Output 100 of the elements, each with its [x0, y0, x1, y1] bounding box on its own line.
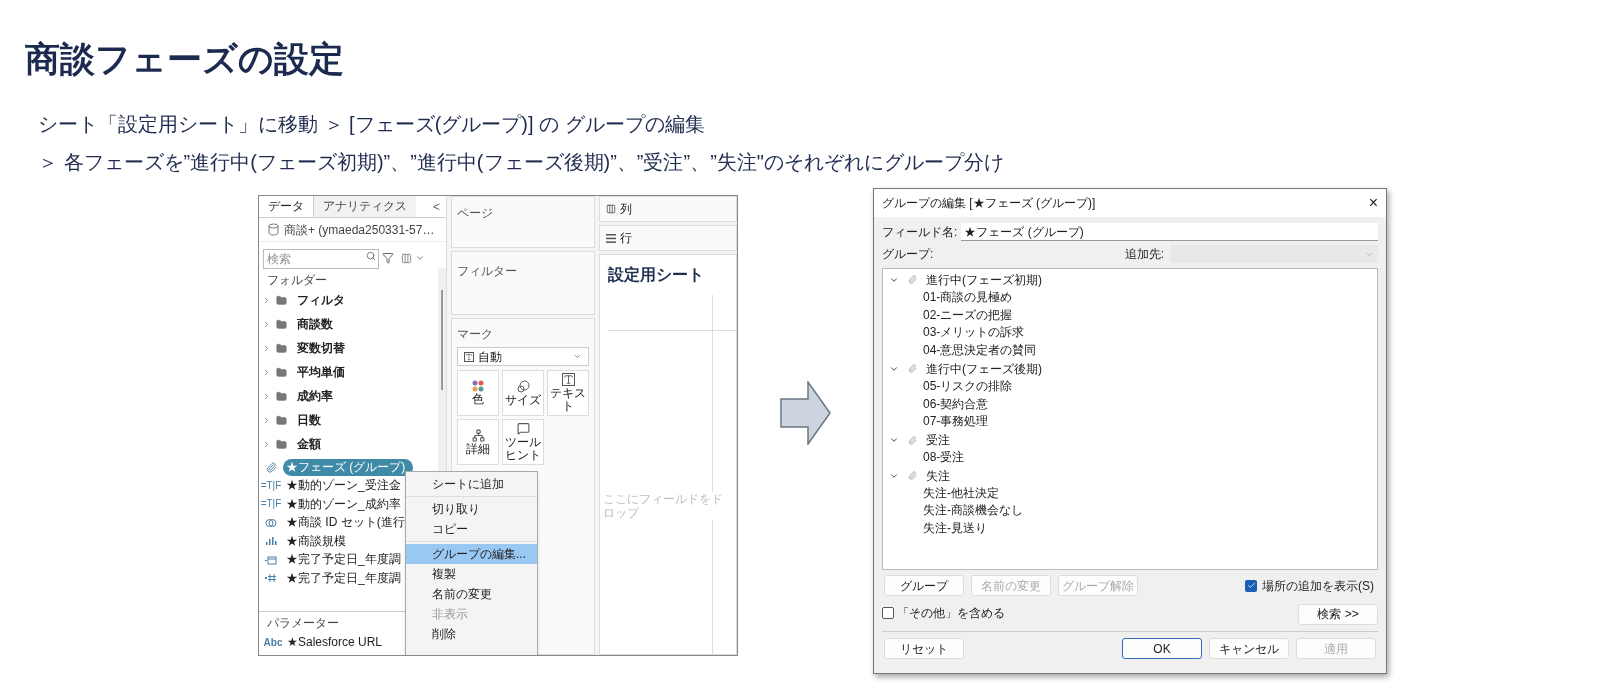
bar-chart-icon [265, 537, 277, 546]
mark-button[interactable]: テキスト [547, 370, 589, 416]
set-icon [265, 517, 277, 528]
calendar-icon [265, 554, 277, 565]
folder-row[interactable]: 平均単価 [259, 360, 438, 384]
color-dots-icon [472, 380, 484, 392]
mark-button[interactable]: 色 [457, 370, 499, 416]
paperclip-icon [265, 461, 277, 473]
field-name-input[interactable]: ★フェーズ (グループ) [961, 223, 1378, 241]
card-label: マーク [457, 326, 494, 343]
menu-item[interactable]: グループの編集... [406, 544, 537, 564]
speech-bubble-icon [516, 422, 530, 435]
chevron-right-icon [262, 439, 271, 449]
folder-row[interactable]: 変数切替 [259, 336, 438, 360]
folder-icon [276, 438, 287, 450]
field-label: 追加先: [1124, 246, 1164, 263]
sheet-title: 設定用シート [608, 265, 705, 285]
menu-item[interactable]: 削除 [406, 624, 537, 644]
mark-button[interactable]: 詳細 [457, 419, 499, 465]
instruction-text: シート「設定用シート」に移動 ＞ [フェーズ(グループ)] の グループの編集 [38, 112, 706, 136]
columns-icon[interactable] [401, 252, 412, 264]
menu-item[interactable]: 切り取り [406, 499, 537, 519]
menu-item[interactable]: シートに追加 [406, 474, 537, 494]
caret-icon[interactable] [415, 253, 425, 263]
checkbox[interactable] [1245, 579, 1257, 592]
chevron-right-icon [262, 415, 271, 425]
caret-icon [573, 352, 582, 361]
menu-item[interactable]: 名前の変更 [406, 584, 537, 604]
filter-icon[interactable] [382, 252, 394, 264]
tree-item[interactable]: 07-事務処理 [883, 413, 1377, 432]
circles-icon [516, 379, 530, 393]
field-type-icon: =T|F [260, 480, 282, 491]
checkbox[interactable] [882, 607, 894, 619]
folder-icon [276, 294, 287, 306]
tree-item[interactable]: 05-リスクの排除 [883, 377, 1377, 396]
collapse-button[interactable]: < [433, 196, 440, 217]
tree-item[interactable]: 02-ニーズの把握 [883, 306, 1377, 325]
paperclip-icon [908, 471, 917, 481]
chevron-right-icon [262, 391, 271, 401]
tree-item[interactable]: 04-意思決定者の賛同 [883, 342, 1377, 360]
text-icon [464, 351, 474, 362]
menu-item[interactable]: 複製 [406, 564, 537, 584]
folder-row[interactable]: 商談数 [259, 312, 438, 336]
data-source-name: 商談+ (ymaeda250331-57… [284, 221, 435, 239]
folder-icon [276, 366, 287, 378]
mark-type-dropdown[interactable]: 自動 [457, 347, 589, 366]
chevron-right-icon [262, 319, 271, 329]
folder-icon [276, 414, 287, 426]
close-button[interactable]: × [1368, 195, 1378, 211]
tree-item[interactable]: 失注-他社決定 [883, 484, 1377, 503]
paperclip-icon [908, 435, 917, 445]
search-button[interactable]: 検索 >> [1298, 603, 1378, 625]
rows-shelf[interactable]: 行 [599, 225, 737, 251]
instruction-text: ＞ 各フェーズを”進行中(フェーズ初期)”、”進行中(フェーズ後期)”、”受注”、”失注"のそれぞれにグループ分け [38, 150, 1005, 174]
dialog-button[interactable]: グループ [884, 575, 964, 596]
reset-button[interactable]: リセット [884, 638, 964, 659]
field-label: フィールド名: [882, 224, 958, 241]
tree-item[interactable]: 03-メリットの訴求 [883, 324, 1377, 343]
pane-tab[interactable]: アナリティクス [314, 196, 416, 217]
tree-group-row[interactable]: 失注 [883, 466, 1377, 485]
card-label: ページ [457, 206, 493, 220]
tree-item[interactable]: 失注-見送り [883, 520, 1377, 538]
database-icon [267, 223, 280, 236]
folder-icon [276, 390, 287, 402]
dialog-button[interactable]: キャンセル [1209, 638, 1289, 659]
tree-item[interactable]: 06-契約合意 [883, 395, 1377, 414]
columns-icon [606, 204, 616, 214]
right-arrow-icon [780, 381, 831, 445]
section-label: フォルダー [266, 272, 328, 288]
section-label: パラメーター [266, 615, 340, 632]
columns-shelf[interactable]: 列 [599, 196, 737, 222]
chevron-right-icon [262, 367, 271, 377]
tree-item[interactable]: 01-商談の見極め [883, 288, 1377, 307]
tree-group-row[interactable]: 進行中(フェーズ初期) [883, 271, 1377, 289]
folder-row[interactable]: 成約率 [259, 384, 438, 408]
folder-row[interactable]: フィルタ [259, 288, 438, 312]
folder-icon [276, 342, 287, 354]
tree-item[interactable]: 08-受注 [883, 448, 1377, 467]
tree-item[interactable]: 失注-商談機会なし [883, 502, 1377, 521]
dialog-title: グループの編集 [★フェーズ (グループ)] [882, 195, 1096, 212]
tree-group-row[interactable]: 受注 [883, 431, 1377, 449]
field-label: グループ: [882, 246, 934, 263]
chevron-right-icon [262, 343, 271, 353]
rows-icon [606, 233, 616, 243]
hash-icon [265, 573, 277, 584]
folder-row[interactable]: 金額 [259, 432, 438, 456]
dialog-button[interactable]: OK [1122, 638, 1202, 659]
mark-button[interactable]: ツールヒント [502, 419, 544, 465]
search-field[interactable]: 検索 [263, 249, 379, 269]
tree-group-row[interactable]: 進行中(フェーズ後期) [883, 360, 1377, 378]
checkbox-label: 場所の追加を表示(S) [1262, 577, 1374, 595]
card-label: フィルター [457, 264, 517, 278]
folder-icon [276, 318, 287, 330]
folder-row[interactable]: 日数 [259, 408, 438, 432]
field-type-icon: =T|F [260, 499, 282, 510]
check-icon [1246, 581, 1256, 590]
mark-button[interactable]: サイズ [502, 370, 544, 416]
text-icon [561, 373, 575, 386]
slide-title: 商談フェーズの設定 [25, 38, 345, 80]
paperclip-icon [908, 364, 917, 374]
